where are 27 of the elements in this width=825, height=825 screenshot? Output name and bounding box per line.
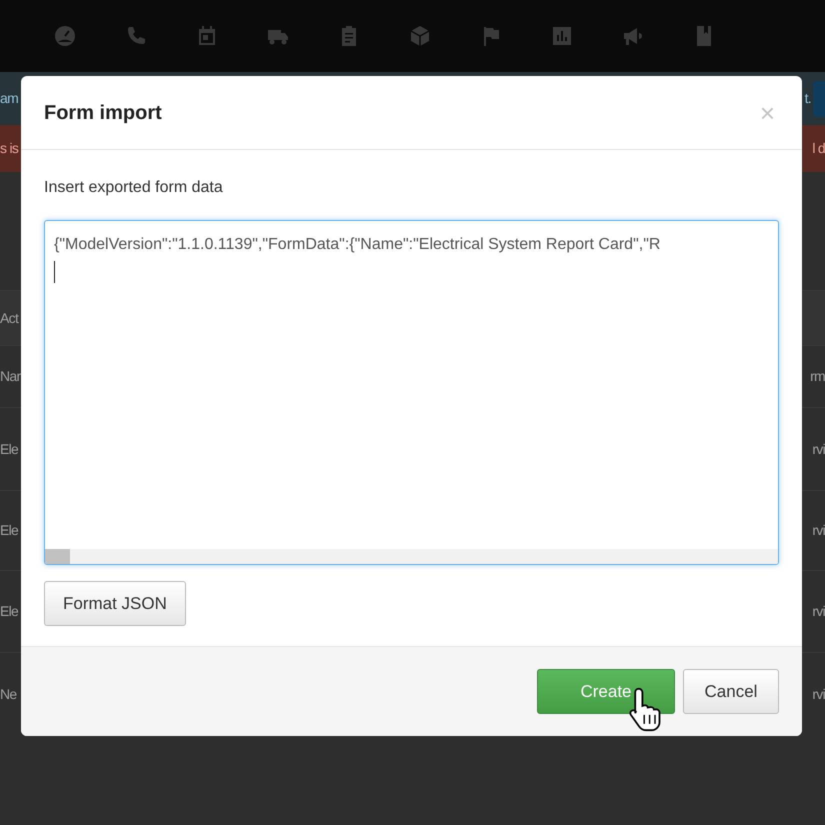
json-text: {"ModelVersion":"1.1.0.1139","FormData":{"Name":"Electrical System Report Card","R	[54, 235, 662, 255]
background-button[interactable]	[813, 80, 825, 116]
cancel-button[interactable]: Cancel	[683, 669, 779, 714]
bar-chart-icon[interactable]	[550, 24, 574, 48]
field-label: Insert exported form data	[44, 178, 224, 198]
background-text: s is	[0, 139, 18, 158]
background-text: Ele	[0, 521, 18, 540]
background-text: rvi	[812, 602, 825, 621]
background-text: rm	[810, 367, 825, 386]
background-text: rvi	[812, 521, 825, 540]
text-cursor	[54, 261, 55, 283]
dialog-title: Form import	[44, 100, 162, 126]
gauge-icon[interactable]	[53, 24, 77, 48]
format-json-button[interactable]: Format JSON	[44, 581, 186, 626]
background-text: am	[0, 89, 18, 108]
background-text: Ele	[0, 440, 18, 458]
background-text: Ele	[0, 602, 18, 621]
background-text: Act	[0, 308, 18, 328]
scrollbar[interactable]	[45, 549, 778, 564]
background-text: t.	[804, 89, 811, 108]
background-text: Ne	[0, 684, 16, 704]
background-text: rvi	[812, 440, 825, 458]
cube-icon[interactable]	[408, 24, 432, 48]
background-text: l d	[812, 139, 825, 158]
background-text: rvi	[812, 684, 825, 704]
background-text: Nar	[0, 367, 20, 386]
json-text-area[interactable]: {"ModelVersion":"1.1.0.1139","FormData":{"Name":"Electrical System Report Card","R	[44, 220, 779, 565]
